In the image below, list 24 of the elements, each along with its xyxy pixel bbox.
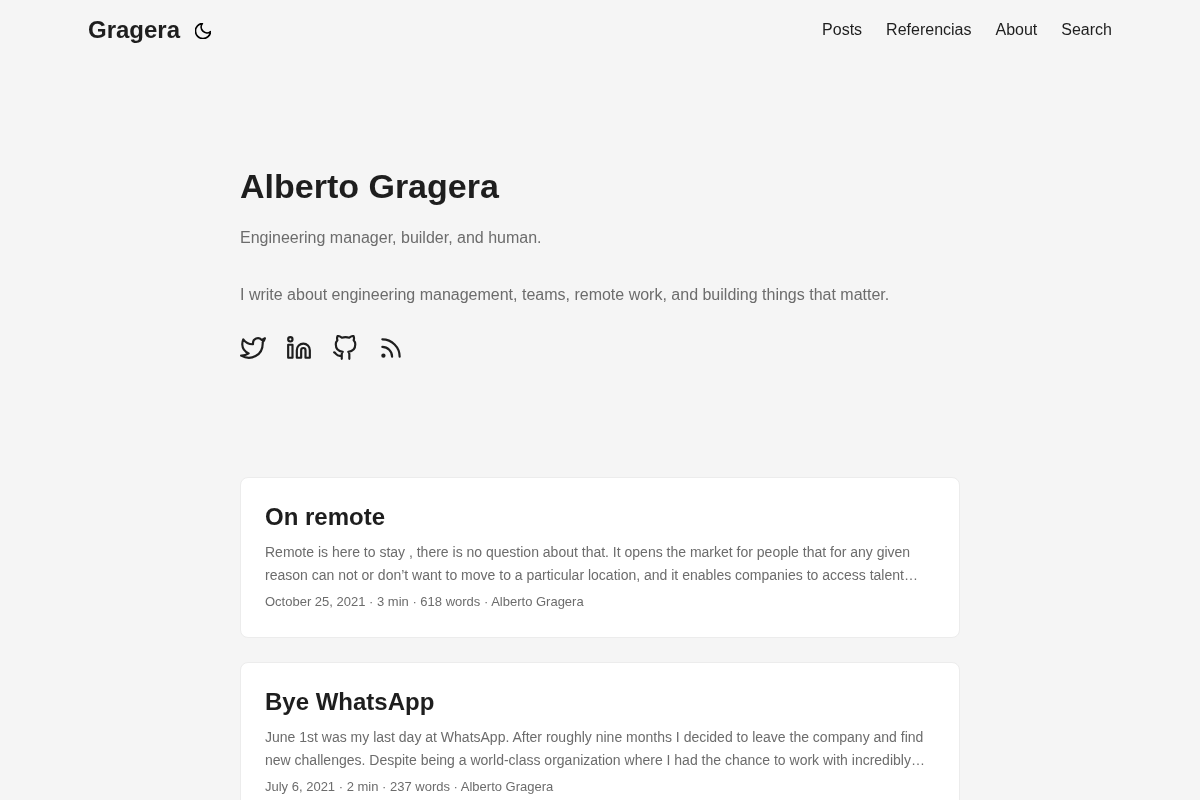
post-excerpt: June 1st was my last day at WhatsApp. After roughly nine months I decided to leave the company and find new challenges. Despite being a world-class organization where I had the chance to work with incredibly… [265, 728, 926, 770]
rss-icon [378, 335, 404, 361]
social-link[interactable] [240, 335, 266, 361]
post-meta: October 25, 2021 · 3 min · 618 words · Alberto Gragera [265, 593, 585, 611]
hero-subtitle: Engineering manager, builder, and human. [240, 228, 543, 248]
site-logo[interactable]: Gragera [88, 15, 181, 45]
linkedin-icon [286, 335, 312, 361]
post-title: Bye WhatsApp [265, 687, 436, 717]
nav-link[interactable]: Posts [822, 18, 863, 42]
social-link[interactable] [332, 335, 358, 361]
social-link[interactable] [286, 335, 312, 361]
social-link[interactable] [378, 335, 404, 361]
hero-title: Alberto Gragera [240, 166, 500, 207]
post-meta: July 6, 2021 · 2 min · 237 words · Alberto Gragera [265, 778, 555, 796]
twitter-bird-icon [240, 335, 266, 361]
theme-toggle-button[interactable] [195, 23, 212, 39]
moon-icon [195, 23, 212, 39]
github-cat-icon [332, 335, 358, 361]
nav-link[interactable]: About [995, 18, 1038, 42]
post-title: On remote [265, 502, 387, 532]
post-excerpt: Remote is here to stay , there is no question about that. It opens the market for people that for any given reason can not or don’t want to move to a particular location, and it enables companies to access talent… [265, 543, 919, 585]
hero-intro: I write about engineering management, teams, remote work, and building things that matter. [240, 285, 891, 305]
nav-link[interactable]: Search [1061, 18, 1112, 42]
nav-link[interactable]: Referencias [886, 18, 972, 42]
